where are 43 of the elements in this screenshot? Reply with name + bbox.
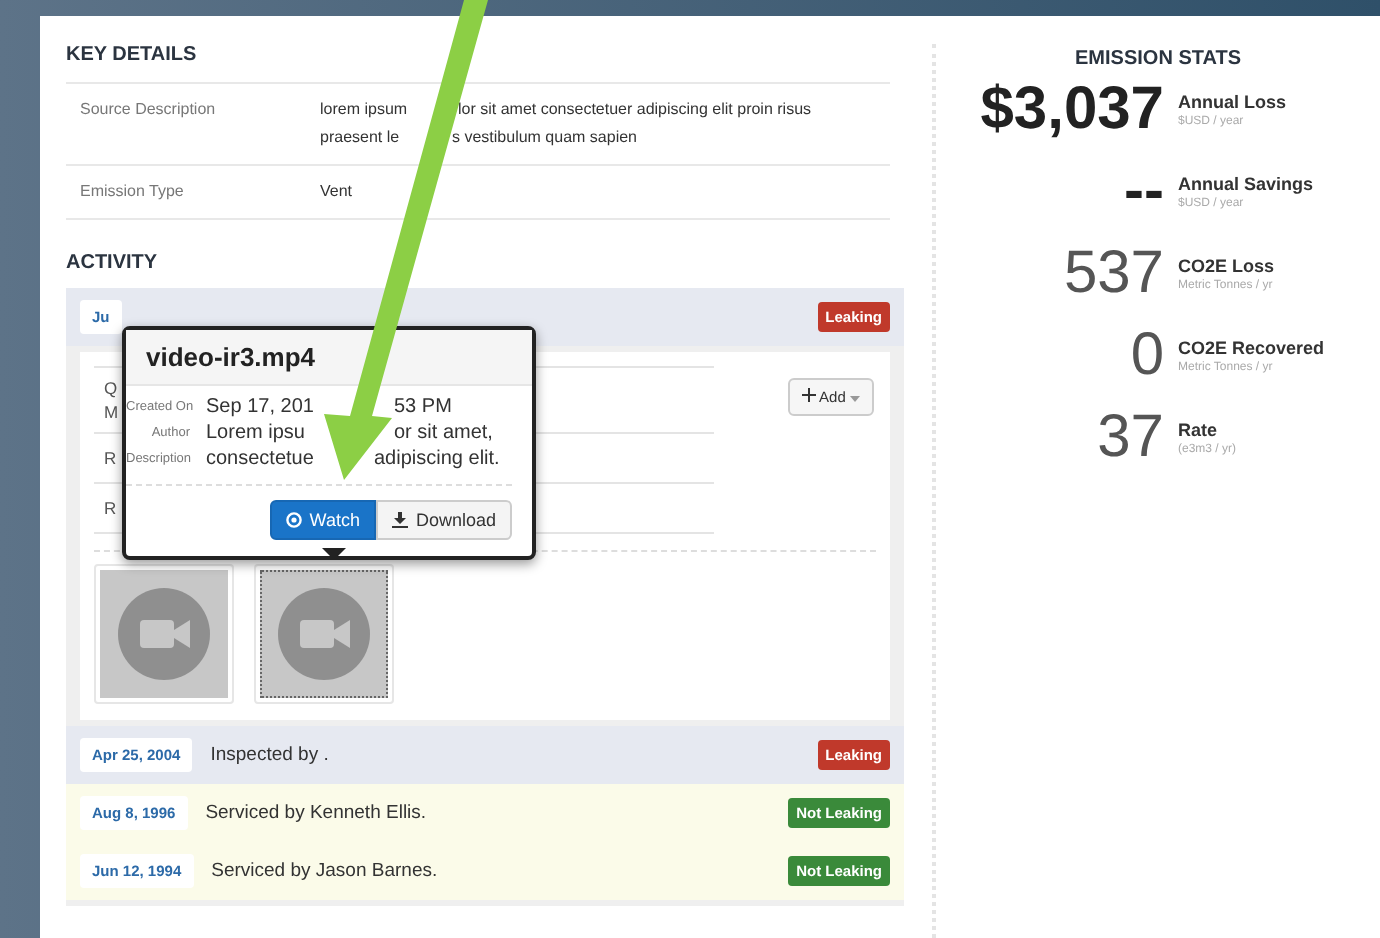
stat-value: 0: [1128, 324, 1166, 388]
detail-label: Emission Type: [66, 165, 306, 219]
stat-label: Rate: [1178, 420, 1220, 440]
video-thumbnail[interactable]: [94, 564, 234, 704]
stat-label: Annual Loss: [1178, 92, 1287, 112]
caret-icon: [850, 396, 860, 402]
download-button[interactable]: Download: [375, 500, 512, 540]
detail-value: lorem ipsum: [320, 100, 408, 118]
detail-label: Q M: [102, 376, 119, 426]
stat-value: $3,037: [978, 78, 1166, 142]
stat-value: --: [1122, 160, 1166, 224]
plus-icon: [801, 388, 816, 402]
popover-title: video-ir3.mp4: [126, 330, 532, 386]
field-value: Sep 17, 201: [206, 396, 314, 418]
stat-label: Annual Savings: [1178, 174, 1314, 194]
watch-button[interactable]: Watch: [269, 500, 376, 540]
detail-value: Vent: [320, 182, 353, 200]
download-icon: [391, 512, 408, 528]
field-value: 53 PM: [394, 396, 452, 418]
field-value: Lorem ipsu: [206, 422, 305, 444]
detail-label: R: [102, 446, 117, 472]
activity-text: Serviced by Jason Barnes.: [211, 860, 440, 882]
stat-label: CO2E Loss: [1178, 256, 1275, 276]
detail-label: Source Description: [66, 83, 306, 165]
detail-value: praesent le: [320, 128, 400, 146]
video-camera-icon: [118, 588, 210, 680]
section-title: ACTIVITY: [66, 252, 160, 274]
stat-value: 37: [1095, 406, 1166, 470]
activity-text: Serviced by Kenneth Ellis.: [205, 802, 429, 824]
stat-label: CO2E Recovered: [1178, 338, 1325, 358]
section-title: KEY DETAILS: [66, 44, 199, 66]
detail-label: R: [102, 496, 117, 522]
field-value: adipiscing elit.: [374, 448, 500, 470]
play-circle-icon: [285, 512, 302, 528]
field-value: consectetue: [206, 448, 314, 470]
activity-text: Inspected by .: [210, 744, 331, 766]
detail-value: lor sit amet consectetuer adipiscing elit proin risus: [458, 100, 812, 118]
field-value: or sit amet,: [394, 422, 493, 444]
section-title: EMISSION STATS: [1073, 48, 1243, 70]
detail-value: s vestibulum quam sapien: [452, 128, 637, 146]
stat-value: 537: [1061, 242, 1166, 306]
video-thumbnail[interactable]: [254, 564, 394, 704]
video-camera-icon: [278, 588, 370, 680]
